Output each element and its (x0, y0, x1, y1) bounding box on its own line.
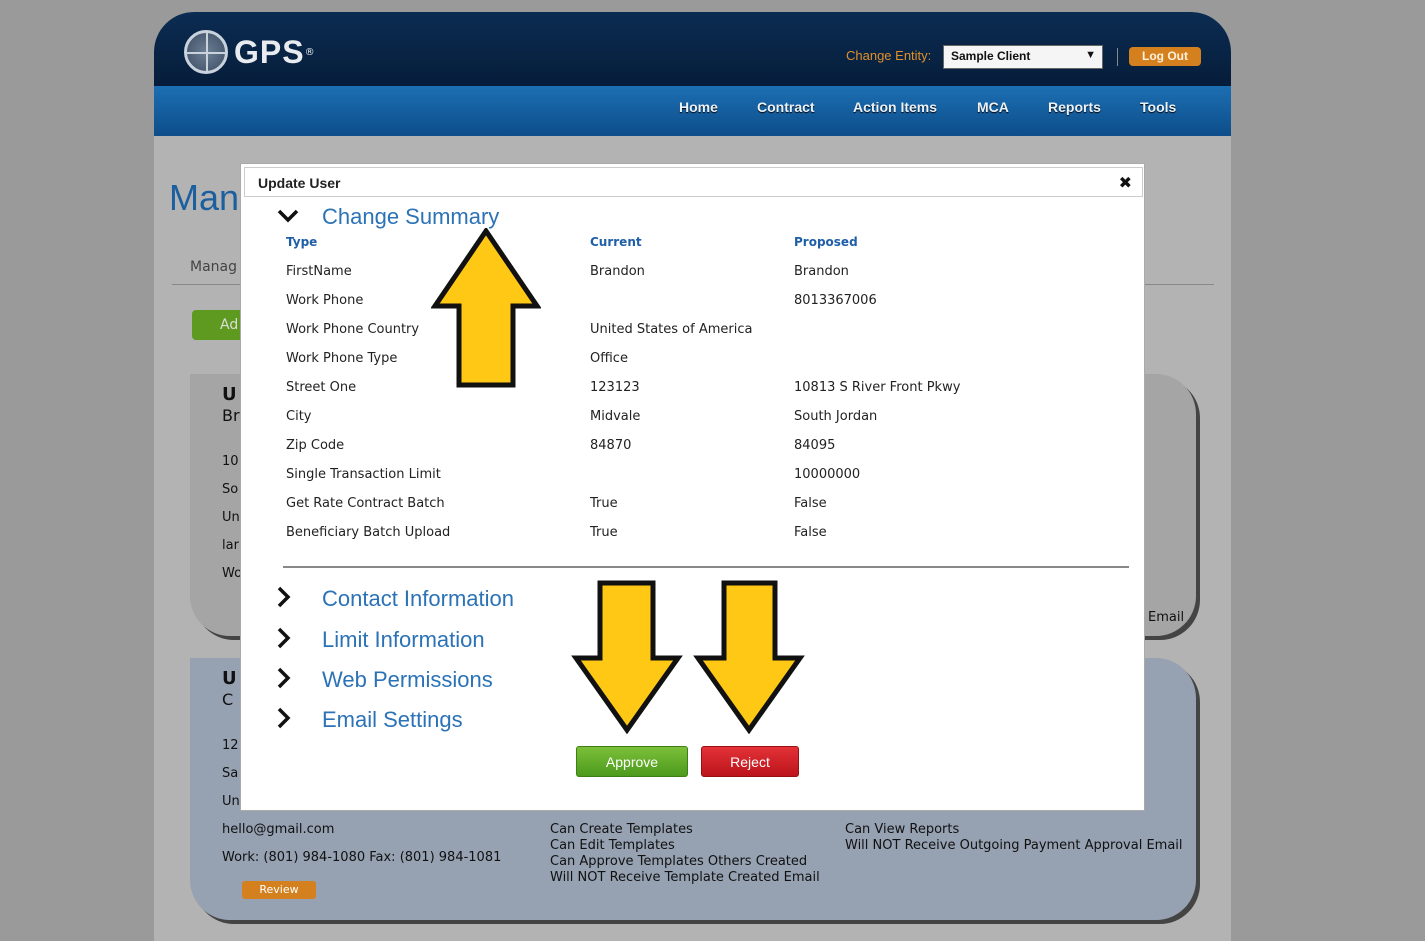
section-label: Web Permissions (322, 667, 493, 692)
cell-type: City (286, 409, 312, 424)
section-limit-information[interactable]: Limit Information (277, 627, 485, 653)
cell-current: Midvale (590, 409, 641, 424)
chevron-down-icon (277, 208, 299, 227)
column-header-type: Type (286, 235, 318, 249)
entity-select[interactable]: Sample Client ▼ (943, 45, 1103, 69)
cell-proposed: 84095 (794, 438, 836, 453)
card-line: 12 (222, 738, 239, 753)
modal-title-bar: Update User ✖ (244, 167, 1143, 197)
chevron-right-icon (277, 586, 297, 612)
header-divider (1117, 48, 1118, 66)
card-phones: Work: (801) 984-1080 Fax: (801) 984-1081 (222, 850, 502, 865)
cell-current: United States of America (590, 322, 753, 337)
card-line: 10 (222, 454, 239, 469)
other-permissions: Can View Reports Will NOT Receive Outgoi… (845, 822, 1183, 854)
section-label: Limit Information (322, 627, 485, 652)
cell-type: Street One (286, 380, 357, 395)
approve-button[interactable]: Approve (576, 746, 688, 777)
cell-proposed: 8013367006 (794, 293, 877, 308)
arrow-down-icon (571, 580, 683, 734)
gps-logo[interactable]: GPS ® (184, 30, 315, 74)
card-email: hello@gmail.com (222, 822, 335, 837)
chevron-right-icon (277, 707, 297, 733)
section-email-settings[interactable]: Email Settings (277, 707, 463, 733)
logo-text: GPS (234, 33, 305, 70)
arrow-up-icon (431, 228, 541, 388)
permission-item: Can Create Templates (550, 822, 693, 837)
cell-current: 84870 (590, 438, 632, 453)
card-line: Un (222, 794, 240, 809)
card-line: Sa (222, 766, 239, 781)
change-entity-label: Change Entity: (846, 48, 932, 63)
cell-type: Single Transaction Limit (286, 467, 441, 482)
nav-action-items[interactable]: Action Items (853, 99, 937, 115)
cell-proposed: False (794, 525, 827, 540)
registered-mark: ® (304, 46, 315, 58)
section-label: Contact Information (322, 586, 514, 611)
column-header-current: Current (590, 235, 642, 249)
cell-type: Work Phone Type (286, 351, 398, 366)
section-change-summary[interactable]: Change Summary (277, 204, 499, 230)
card-line: So (222, 482, 239, 497)
cell-current: Office (590, 351, 628, 366)
card-line: lar (222, 538, 239, 553)
section-contact-information[interactable]: Contact Information (277, 586, 514, 612)
cell-current: Brandon (590, 264, 645, 279)
card-email-setting: Email (1148, 610, 1185, 625)
permission-item: Can Approve Templates Others Created (550, 854, 808, 869)
nav-tools[interactable]: Tools (1140, 99, 1176, 115)
permission-item: Can Edit Templates (550, 838, 675, 853)
globe-icon (184, 30, 228, 74)
section-web-permissions[interactable]: Web Permissions (277, 667, 493, 693)
entity-select-value: Sample Client (951, 49, 1031, 63)
permission-item: Will NOT Receive Outgoing Payment Approv… (845, 838, 1183, 853)
permission-item: Can View Reports (845, 822, 960, 837)
card-title: U (222, 668, 237, 689)
reject-button[interactable]: Reject (701, 746, 799, 777)
header-bar: GPS ® Change Entity: Sample Client ▼ Log… (154, 12, 1231, 86)
cell-type: FirstName (286, 264, 352, 279)
card-line: Un (222, 510, 240, 525)
chevron-down-icon: ▼ (1085, 49, 1096, 61)
section-divider (283, 566, 1129, 568)
permission-item: Will NOT Receive Template Created Email (550, 870, 820, 885)
close-icon[interactable]: ✖ (1119, 173, 1132, 192)
main-nav: Home Contract Action Items MCA Reports T… (154, 86, 1231, 136)
modal-title: Update User (258, 175, 341, 191)
card-subtitle: C (222, 690, 234, 709)
templates-permissions: Can Create Templates Can Edit Templates … (550, 822, 820, 886)
cell-type: Get Rate Contract Batch (286, 496, 445, 511)
review-button[interactable]: Review (242, 881, 316, 899)
card-subtitle: Br (222, 406, 240, 425)
cell-current: 123123 (590, 380, 640, 395)
cell-proposed: Brandon (794, 264, 849, 279)
column-header-proposed: Proposed (794, 235, 858, 249)
cell-type: Zip Code (286, 438, 345, 453)
tab-manage[interactable]: Manag (190, 259, 237, 275)
cell-current: True (590, 525, 618, 540)
section-label: Email Settings (322, 707, 463, 732)
cell-proposed: 10813 S River Front Pkwy (794, 380, 961, 395)
logout-button[interactable]: Log Out (1129, 47, 1201, 66)
nav-mca[interactable]: MCA (977, 99, 1009, 115)
nav-reports[interactable]: Reports (1048, 99, 1101, 115)
nav-contract[interactable]: Contract (757, 99, 815, 115)
nav-home[interactable]: Home (679, 99, 718, 115)
arrow-down-icon (693, 580, 805, 734)
card-title: U (222, 384, 237, 405)
cell-proposed: South Jordan (794, 409, 878, 424)
section-label: Change Summary (322, 204, 500, 229)
cell-proposed: 10000000 (794, 467, 861, 482)
cell-proposed: False (794, 496, 827, 511)
cell-current: True (590, 496, 618, 511)
cell-type: Work Phone (286, 293, 364, 308)
cell-type: Beneficiary Batch Upload (286, 525, 451, 540)
cell-type: Work Phone Country (286, 322, 420, 337)
chevron-right-icon (277, 627, 297, 653)
chevron-right-icon (277, 667, 297, 693)
